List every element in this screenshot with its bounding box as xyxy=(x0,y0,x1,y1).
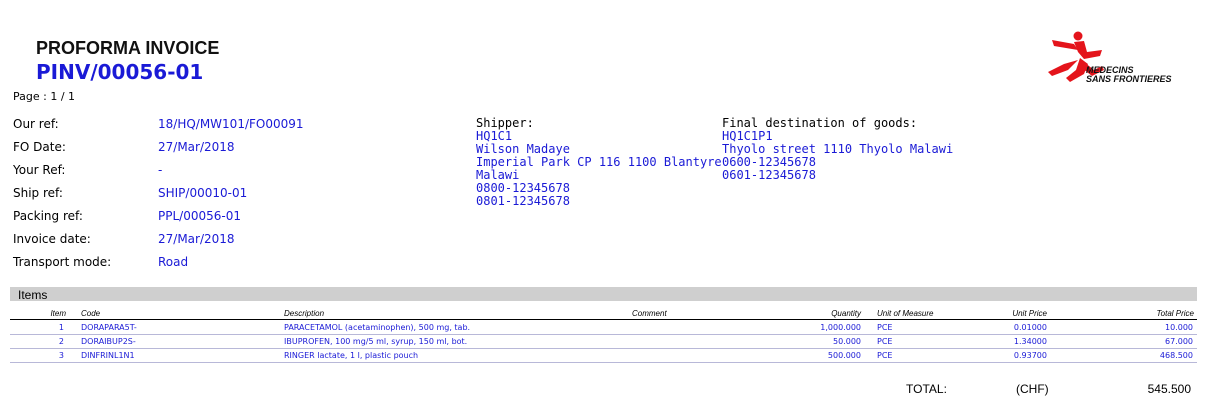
ref-value-ship-ref: SHIP/00010-01 xyxy=(158,186,248,200)
cell-item: 2 xyxy=(58,337,64,346)
cell-unit-price: 1.34000 xyxy=(1013,337,1047,346)
items-section-title: Items xyxy=(18,288,48,302)
ref-label-fo-date: FO Date: xyxy=(13,140,66,154)
col-header-uom: Unit of Measure xyxy=(877,309,934,318)
col-header-code: Code xyxy=(81,309,101,318)
shipper-block: Shipper: HQ1C1 Wilson Madaye Imperial Pa… xyxy=(476,117,722,208)
cell-item: 1 xyxy=(58,323,64,332)
document-type-title: PROFORMA INVOICE xyxy=(36,38,220,58)
msf-logo-text: MEDECINS SANS FRONTIERES xyxy=(1086,66,1172,84)
col-header-total-price: Total Price xyxy=(1156,309,1195,318)
ref-label-invoice-date: Invoice date: xyxy=(13,232,91,246)
cell-code: DINFRINL1N1 xyxy=(81,351,135,360)
cell-total-price: 10.000 xyxy=(1165,323,1193,332)
logo-line-2: SANS FRONTIERES xyxy=(1086,74,1172,84)
row-divider xyxy=(10,348,1197,349)
row-divider xyxy=(10,362,1197,363)
cell-description: IBUPROFEN, 100 mg/5 ml, syrup, 150 ml, b… xyxy=(284,337,468,346)
header-divider xyxy=(10,319,1197,320)
cell-quantity: 500.000 xyxy=(827,351,861,360)
shipper-line: 0801-12345678 xyxy=(476,194,570,208)
items-section-bar xyxy=(10,287,1197,301)
cell-quantity: 1,000.000 xyxy=(820,323,861,332)
destination-block: Final destination of goods: HQ1C1P1 Thyo… xyxy=(722,117,953,182)
cell-code: DORAPARA5T- xyxy=(81,323,137,332)
ref-label-transport-mode: Transport mode: xyxy=(13,255,112,269)
col-header-comment: Comment xyxy=(632,309,667,318)
total-value: 545.500 xyxy=(1147,382,1191,396)
col-header-item: Item xyxy=(50,309,66,318)
cell-quantity: 50.000 xyxy=(833,337,861,346)
cell-uom: PCE xyxy=(877,337,893,346)
col-header-unit-price: Unit Price xyxy=(1012,309,1047,318)
cell-unit-price: 0.93700 xyxy=(1013,351,1047,360)
cell-total-price: 468.500 xyxy=(1159,351,1193,360)
total-currency: (CHF) xyxy=(1016,382,1049,396)
ref-value-invoice-date: 27/Mar/2018 xyxy=(158,232,235,246)
shipper-label: Shipper: xyxy=(476,116,534,130)
ref-label-our-ref: Our ref: xyxy=(13,117,59,131)
ref-value-your-ref: - xyxy=(158,163,163,177)
row-divider xyxy=(10,334,1197,335)
ref-label-your-ref: Your Ref: xyxy=(13,163,66,177)
page-indicator: Page : 1 / 1 xyxy=(13,90,76,103)
cell-uom: PCE xyxy=(877,351,893,360)
cell-item: 3 xyxy=(58,351,64,360)
ref-value-our-ref: 18/HQ/MW101/FO00091 xyxy=(158,117,304,131)
invoice-number: PINV/00056-01 xyxy=(36,60,204,84)
ref-value-packing-ref: PPL/00056-01 xyxy=(158,209,241,223)
cell-total-price: 67.000 xyxy=(1165,337,1193,346)
col-header-description: Description xyxy=(284,309,325,318)
cell-code: DORAIBUP2S- xyxy=(81,337,136,346)
ref-label-ship-ref: Ship ref: xyxy=(13,186,63,200)
ref-value-fo-date: 27/Mar/2018 xyxy=(158,140,235,154)
cell-uom: PCE xyxy=(877,323,893,332)
cell-unit-price: 0.01000 xyxy=(1013,323,1047,332)
cell-description: RINGER lactate, 1 l, plastic pouch xyxy=(284,351,419,360)
ref-label-packing-ref: Packing ref: xyxy=(13,209,83,223)
destination-line: 0601-12345678 xyxy=(722,168,816,182)
cell-description: PARACETAMOL (acetaminophen), 500 mg, tab… xyxy=(284,323,471,332)
col-header-quantity: Quantity xyxy=(831,309,861,318)
ref-value-transport-mode: Road xyxy=(158,255,189,269)
total-label: TOTAL: xyxy=(906,382,947,396)
